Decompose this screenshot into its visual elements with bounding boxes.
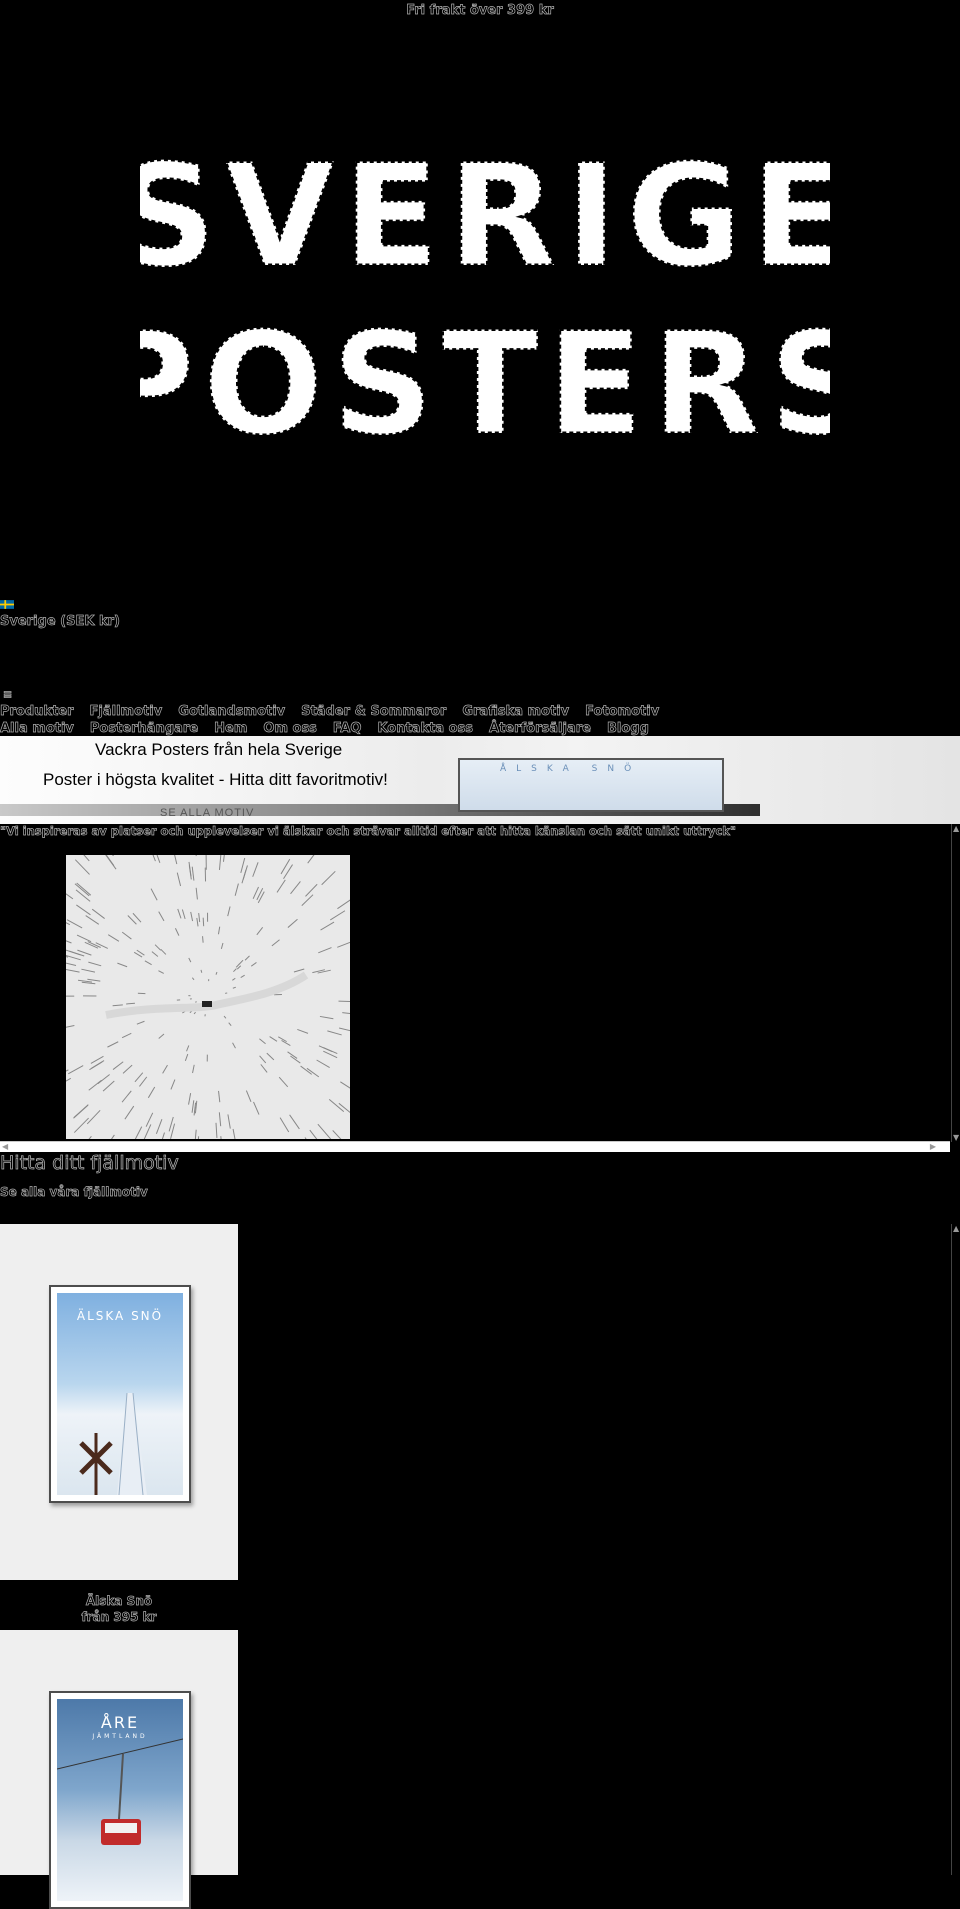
ski-track-drawing [57,1293,183,1495]
product-frame: ÅRE JÄMTLAND [49,1691,191,1909]
hero-subtitle: Poster i högsta kvalitet - Hitta ditt fa… [43,770,388,790]
brand-quote: "Vi inspireras av platser och upplevelse… [0,824,950,838]
see-all-mountain-link[interactable]: Se alla våra fjällmotiv [0,1185,148,1199]
featured-photo[interactable] [66,855,350,1139]
nav-item-faq[interactable]: FAQ [333,720,362,737]
product-card[interactable]: ÅRE JÄMTLAND [0,1630,238,1875]
nav-item-gotlandsmotiv[interactable]: Gotlandsmotiv [178,703,285,720]
nav-item-posterhängare[interactable]: Posterhängare [90,720,198,737]
logo-line-2: POSTERS [140,302,830,455]
nav-item-fotomotiv[interactable]: Fotomotiv [585,703,659,720]
nav-item-produkter[interactable]: Produkter [0,703,74,720]
menu-icon[interactable]: ≡ [3,688,12,701]
alska-sno-poster-image: ÄLSKA SNÖ [57,1293,183,1495]
hero-title: Vackra Posters från hela Sverige [95,740,342,760]
product-name[interactable]: Älska Snö [0,1593,238,1609]
region-selector[interactable]: Sverige (SEK kr) [0,614,120,629]
products-vertical-scrollbar[interactable]: ▲ [951,1224,960,1875]
product-frame: ÄLSKA SNÖ [49,1285,191,1503]
carousel-vertical-scrollbar[interactable]: ▲ ▼ [951,824,960,1142]
nav-item-fjällmotiv[interactable]: Fjällmotiv [90,703,163,720]
nav-item-grafiska-motiv[interactable]: Grafiska motiv [462,703,569,720]
are-poster-image: ÅRE JÄMTLAND [57,1699,183,1901]
carousel-horizontal-scrollbar[interactable]: ◀ ▶ [0,1141,950,1152]
main-navigation: Produkter Fjällmotiv Gotlandsmotiv Städer &… [0,703,740,737]
gondola-drawing [57,1699,183,1901]
nav-item-blogg[interactable]: Blogg [607,720,649,737]
nav-item-återförsäljare[interactable]: Återförsäljare [489,720,591,737]
nav-item-hem[interactable]: Hem [214,720,247,737]
announcement-bar: Fri frakt över 399 kr [0,3,960,18]
nav-item-om-oss[interactable]: Om oss [263,720,317,737]
sweden-flag-icon[interactable] [0,599,14,610]
site-logo[interactable]: SVERIGE POSTERS [140,125,830,455]
see-all-button[interactable]: SE ALLA MOTIV [160,807,254,819]
product-card[interactable]: ÄLSKA SNÖ [0,1224,238,1580]
hero-poster-image: ÅLSKA SNÖ [458,758,724,812]
hero-banner: ÅLSKA SNÖ Vackra Posters från hela Sveri… [0,736,960,824]
logo-line-1: SVERIGE [140,134,830,299]
nav-item-kontakta-oss[interactable]: Kontakta oss [377,720,473,737]
section-title: Hitta ditt fjällmotiv [0,1152,179,1174]
nav-item-städer-sommaror[interactable]: Städer & Sommaror [301,703,446,720]
hero-poster-text: ÅLSKA SNÖ [500,764,641,774]
forest-aerial-image [66,855,350,1139]
nav-item-alla-motiv[interactable]: Alla motiv [0,720,74,737]
product-price: från 395 kr [0,1609,238,1625]
